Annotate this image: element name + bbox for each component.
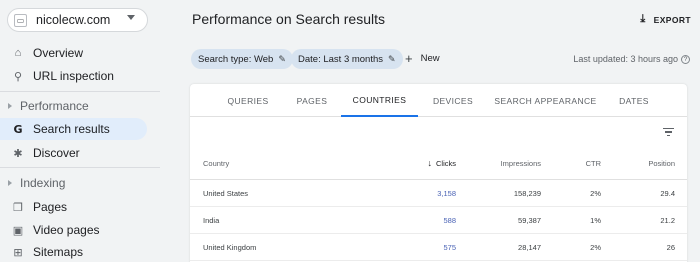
divider (0, 91, 160, 92)
page-title: Performance on Search results (192, 11, 385, 27)
table-header: Country ↓ Clicks Impressions CTR Positio… (190, 146, 687, 180)
section-caret-icon (8, 180, 12, 186)
new-label: New (420, 53, 440, 64)
download-icon: ⤓ (640, 13, 646, 25)
nav-item-search-results[interactable]: G Search results (0, 118, 147, 140)
search-icon: ⚲ (13, 70, 23, 83)
cell-country: United Kingdom (203, 243, 257, 252)
dimension-tabs: QUERIES PAGES COUNTRIES DEVICES SEARCH A… (190, 84, 687, 117)
nav-label: Search results (33, 122, 110, 136)
last-updated: Last updated: 3 hours ago ? (573, 54, 690, 64)
nav-item-pages[interactable]: ❐ Pages (0, 196, 147, 218)
filter-icon[interactable] (663, 126, 674, 137)
column-country[interactable]: Country (203, 146, 229, 180)
cell-impressions: 59,387 (518, 216, 541, 225)
tab-pages[interactable]: PAGES (285, 84, 339, 117)
nav-item-discover[interactable]: ✱ Discover (0, 142, 147, 164)
sort-arrow-down-icon: ↓ (427, 158, 433, 168)
nav-item-overview[interactable]: ⌂ Overview (0, 42, 147, 64)
nav-label: Overview (33, 46, 84, 60)
tab-devices[interactable]: DEVICES (426, 84, 480, 117)
cell-impressions: 28,147 (518, 243, 541, 252)
dropdown-caret-icon (127, 15, 135, 20)
filter-chip-date[interactable]: Date: Last 3 months ✎ (291, 49, 403, 69)
section-caret-icon (8, 103, 12, 109)
column-ctr[interactable]: CTR (575, 146, 601, 180)
chip-label: Date: Last 3 months (298, 53, 384, 65)
tab-dates[interactable]: DATES (610, 84, 658, 117)
nav-label: Sitemaps (33, 245, 84, 259)
filter-chip-search-type[interactable]: Search type: Web ✎ (191, 49, 293, 69)
nav-label: URL inspection (33, 69, 114, 83)
table-row[interactable]: United States 3,158 158,239 2% 29.4 (190, 180, 687, 207)
chip-label: Search type: Web (198, 53, 274, 65)
video-pages-icon: ▣ (12, 224, 24, 237)
export-button[interactable]: ⤓ EXPORT (640, 13, 691, 26)
nav-label: Discover (33, 146, 80, 160)
tab-countries[interactable]: COUNTRIES (341, 84, 418, 117)
cell-country: United States (203, 189, 249, 198)
asterisk-icon: ✱ (13, 147, 23, 160)
nav-label: Video pages (33, 223, 100, 237)
table-row[interactable]: United Kingdom 575 28,147 2% 26 (190, 234, 687, 261)
cell-position: 21.2 (660, 216, 675, 225)
section-performance[interactable]: Performance (0, 96, 147, 116)
column-label: Clicks (436, 158, 456, 168)
divider (0, 167, 160, 168)
tab-search-appearance[interactable]: SEARCH APPEARANCE (489, 84, 602, 117)
cell-clicks: 588 (443, 216, 456, 225)
table-row[interactable]: India 588 59,387 1% 21.2 (190, 207, 687, 234)
cell-clicks: 3,158 (437, 189, 456, 198)
sidebar: ▭ nicolecw.com ⌂ Overview ⚲ URL inspecti… (0, 0, 160, 262)
cell-ctr: 2% (590, 189, 601, 198)
section-indexing[interactable]: Indexing (0, 173, 147, 193)
home-icon: ⌂ (14, 47, 22, 59)
column-impressions[interactable]: Impressions (490, 146, 541, 180)
export-label: EXPORT (653, 14, 691, 25)
new-filter-button[interactable]: + New (405, 51, 440, 66)
nav-item-sitemaps[interactable]: ⊞ Sitemaps (0, 241, 147, 262)
help-icon[interactable]: ? (681, 54, 690, 64)
cell-position: 26 (666, 243, 675, 252)
report-card: QUERIES PAGES COUNTRIES DEVICES SEARCH A… (190, 84, 687, 262)
property-selector[interactable]: ▭ nicolecw.com (7, 8, 148, 32)
pages-icon: ❐ (13, 201, 23, 214)
cell-impressions: 158,239 (513, 189, 541, 198)
section-label: Performance (20, 99, 89, 113)
last-updated-text: Last updated: 3 hours ago (573, 54, 678, 64)
pencil-icon: ✎ (388, 53, 396, 64)
site-favicon-icon: ▭ (14, 13, 27, 27)
nav-item-video-pages[interactable]: ▣ Video pages (0, 219, 147, 241)
nav-item-url-inspection[interactable]: ⚲ URL inspection (0, 65, 147, 87)
tab-queries[interactable]: QUERIES (220, 84, 276, 117)
cell-ctr: 2% (590, 243, 601, 252)
cell-country: India (203, 216, 220, 225)
column-position[interactable]: Position (640, 146, 675, 180)
cell-ctr: 1% (590, 216, 601, 225)
cell-clicks: 575 (443, 243, 456, 252)
nav-label: Pages (33, 200, 68, 214)
google-g-icon: G (13, 122, 23, 136)
pencil-icon: ✎ (278, 53, 286, 64)
sitemap-icon: ⊞ (13, 246, 23, 259)
column-clicks[interactable]: ↓ Clicks (422, 146, 457, 180)
plus-icon: + (405, 51, 413, 66)
cell-position: 29.4 (660, 189, 675, 198)
section-label: Indexing (20, 176, 66, 190)
property-name: nicolecw.com (36, 13, 111, 27)
